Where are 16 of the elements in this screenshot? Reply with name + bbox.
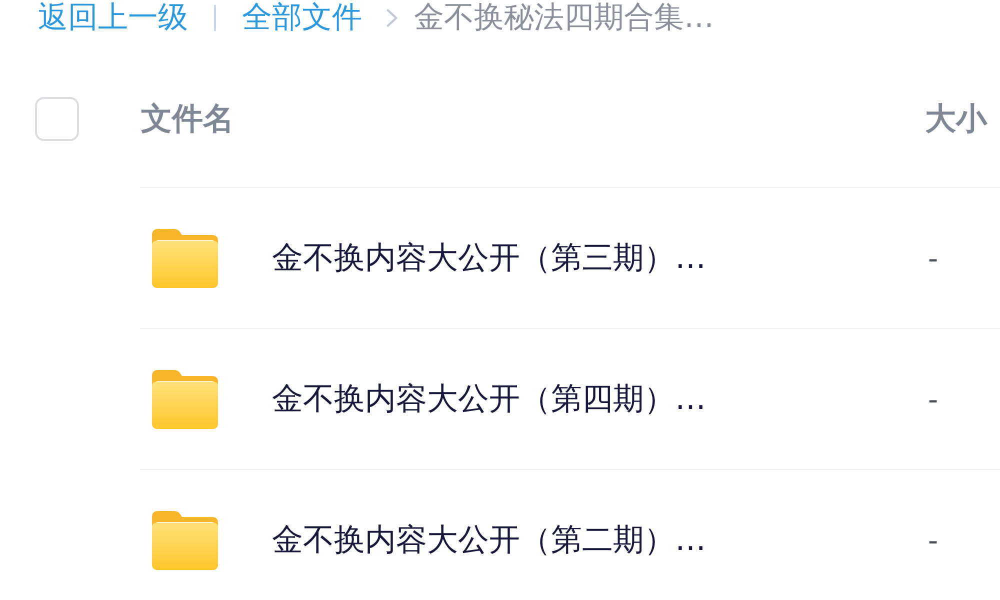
file-size: - (927, 242, 938, 274)
back-link[interactable]: 返回上一级 (38, 0, 188, 36)
select-all-checkbox[interactable] (35, 97, 79, 141)
column-header[interactable]: 大小 (925, 98, 987, 140)
folder-icon (152, 228, 218, 288)
file-size: - (927, 382, 938, 416)
folder-icon (152, 510, 218, 570)
file-size: - (927, 524, 938, 556)
file-name[interactable]: 金不换内容大公开（第四期）… (272, 378, 925, 420)
folder-icon (152, 370, 218, 428)
breadcrumb-current: 金不换秘法四期合集… (414, 0, 714, 36)
file-name[interactable]: 金不换内容大公开（第三期）… (272, 237, 925, 279)
breadcrumb-link[interactable]: 全部文件 (242, 0, 362, 36)
chevron-right-icon (386, 8, 398, 28)
file-name[interactable]: 金不换内容大公开（第二期）… (272, 519, 925, 561)
column-header[interactable]: 文件名 (141, 98, 925, 140)
